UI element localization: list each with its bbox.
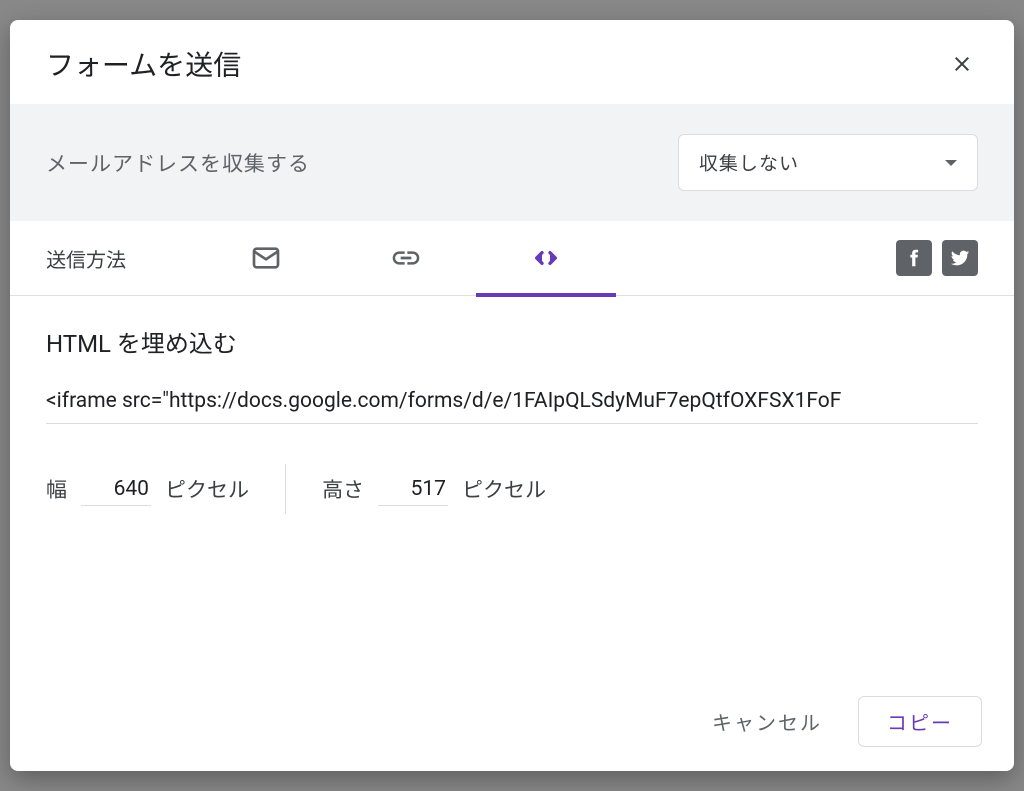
code-icon (530, 242, 562, 274)
width-unit: ピクセル (165, 474, 249, 504)
tab-embed[interactable] (476, 221, 616, 296)
dialog-footer: キャンセル コピー (10, 676, 1014, 771)
dialog-title: フォームを送信 (46, 44, 241, 84)
height-input[interactable] (378, 473, 448, 506)
embed-code-input[interactable] (46, 389, 978, 424)
send-method-tabs: 送信方法 (10, 221, 1014, 296)
tab-link[interactable] (336, 221, 476, 296)
facebook-icon (903, 247, 925, 269)
mail-icon (250, 242, 282, 274)
link-icon (390, 242, 422, 274)
height-label: 高さ (322, 474, 364, 504)
social-share (896, 240, 978, 276)
copy-button[interactable]: コピー (858, 696, 982, 747)
embed-content: HTML を埋め込む 幅 ピクセル 高さ ピクセル (10, 296, 1014, 676)
height-group: 高さ ピクセル (322, 473, 546, 506)
twitter-share-button[interactable] (942, 240, 978, 276)
tab-email[interactable] (196, 221, 336, 296)
twitter-icon (949, 247, 971, 269)
dialog-header: フォームを送信 (10, 20, 1014, 104)
collect-email-label: メールアドレスを収集する (46, 148, 310, 178)
send-method-label: 送信方法 (46, 244, 126, 273)
close-button[interactable] (942, 44, 982, 84)
cancel-button[interactable]: キャンセル (696, 697, 838, 746)
collect-email-dropdown[interactable]: 収集しない (678, 134, 978, 191)
collect-email-section: メールアドレスを収集する 収集しない (10, 104, 1014, 221)
dropdown-value: 収集しない (699, 149, 799, 176)
width-group: 幅 ピクセル (46, 473, 249, 506)
embed-title: HTML を埋め込む (46, 324, 978, 359)
close-icon (950, 52, 974, 76)
width-input[interactable] (81, 473, 151, 506)
chevron-down-icon (945, 160, 957, 166)
height-unit: ピクセル (462, 474, 546, 504)
divider (285, 464, 286, 514)
width-label: 幅 (46, 474, 67, 504)
send-form-dialog: フォームを送信 メールアドレスを収集する 収集しない 送信方法 (10, 20, 1014, 771)
dimensions-row: 幅 ピクセル 高さ ピクセル (46, 464, 978, 514)
facebook-share-button[interactable] (896, 240, 932, 276)
